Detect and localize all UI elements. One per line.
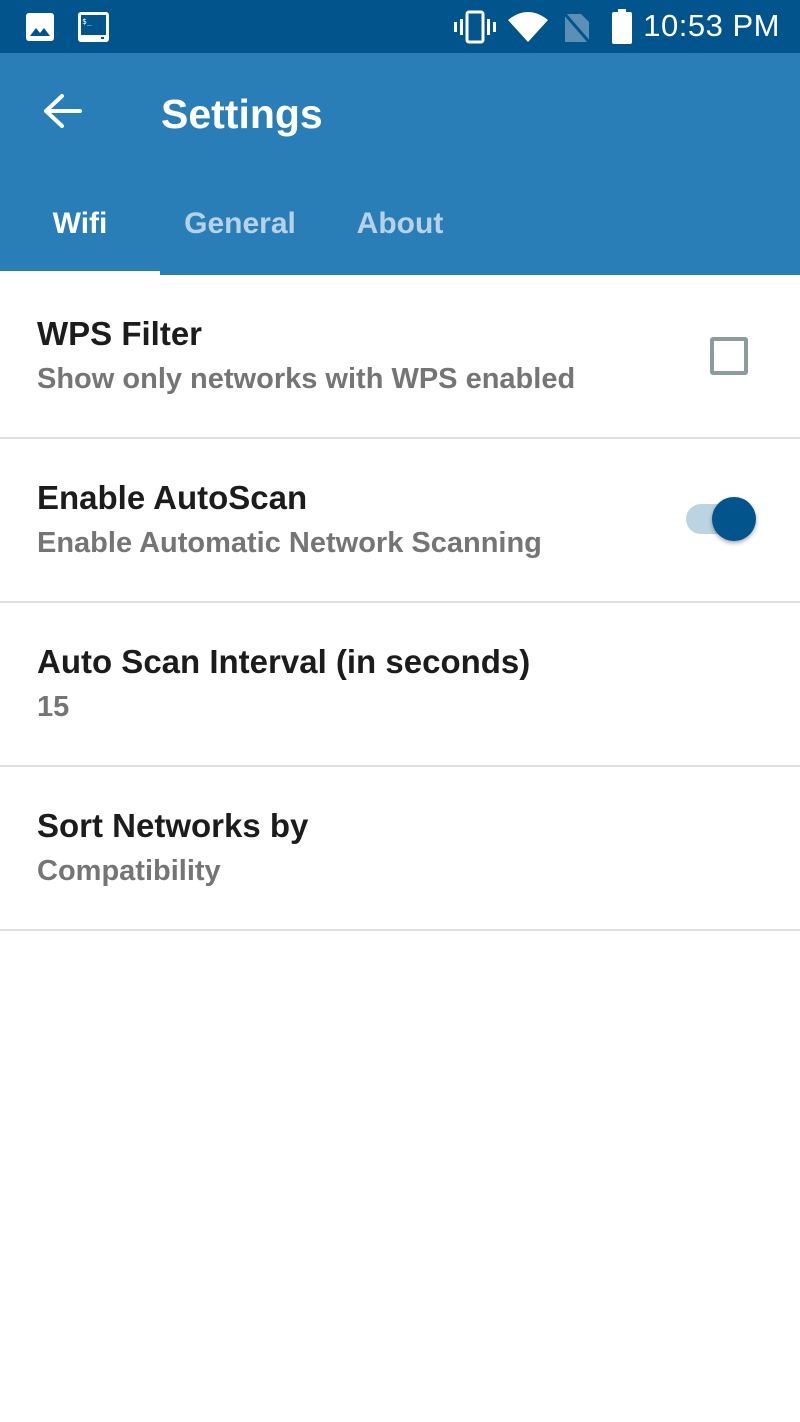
autoscan-toggle[interactable] [686,495,758,543]
status-bar: $_ 10:53 PM [0,0,800,53]
page-title: Settings [161,91,323,137]
setting-wps-filter[interactable]: WPS Filter Show only networks with WPS e… [0,275,800,439]
wps-filter-checkbox[interactable] [710,337,748,375]
toggle-thumb [712,497,756,541]
setting-summary: Enable Automatic Network Scanning [37,527,542,559]
setting-summary: Show only networks with WPS enabled [37,363,576,395]
terminal-icon: $_ [77,11,110,48]
back-button[interactable] [30,81,94,145]
vibrate-icon [454,10,496,49]
setting-summary: 15 [37,691,70,723]
setting-sort-networks[interactable]: Sort Networks by Compatibility [0,767,800,931]
status-time: 10:53 PM [643,8,780,43]
settings-list: WPS Filter Show only networks with WPS e… [0,275,800,931]
setting-auto-scan-interval[interactable]: Auto Scan Interval (in seconds) 15 [0,603,800,767]
tab-about[interactable]: About [320,173,480,275]
wifi-icon [508,10,548,49]
setting-title: WPS Filter [37,315,203,352]
setting-title: Sort Networks by [37,807,309,844]
tab-wifi[interactable]: Wifi [0,173,160,275]
battery-icon [611,9,633,50]
setting-summary: Compatibility [37,855,221,887]
setting-enable-autoscan[interactable]: Enable AutoScan Enable Automatic Network… [0,439,800,603]
setting-title: Enable AutoScan [37,479,308,516]
image-icon [25,12,55,47]
tab-bar: Wifi General About [0,173,800,275]
no-sim-icon [562,10,592,49]
svg-text:$_: $_ [82,17,92,26]
setting-title: Auto Scan Interval (in seconds) [37,643,531,680]
arrow-back-icon [42,93,82,134]
app-bar: Settings Wifi General About [0,53,800,275]
tab-general[interactable]: General [160,173,320,275]
